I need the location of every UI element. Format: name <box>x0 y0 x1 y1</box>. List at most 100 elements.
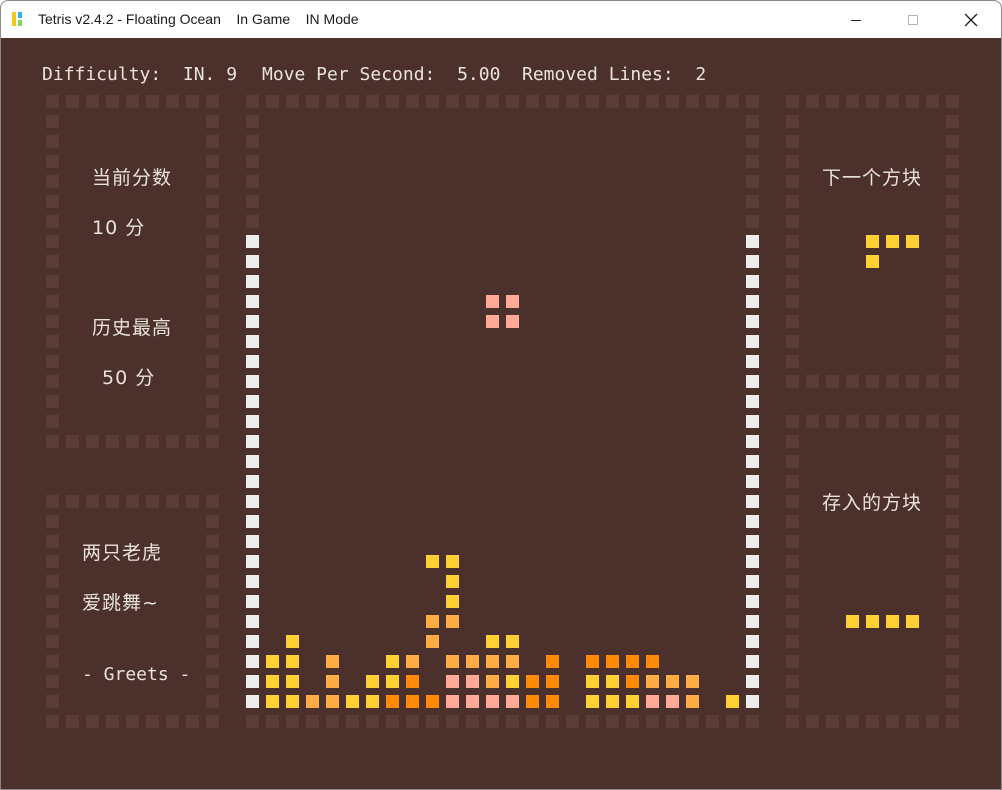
message-panel-border <box>106 495 119 508</box>
board-block <box>286 635 299 648</box>
minimize-button[interactable] <box>827 1 885 38</box>
hold-panel-border <box>946 695 959 708</box>
score-panel-border <box>46 115 59 128</box>
board-block <box>506 655 519 668</box>
board-wall-right <box>746 435 759 448</box>
hold-piece-label: 存入的方块 <box>822 492 923 514</box>
message-panel-border <box>166 715 179 728</box>
hold-panel-border <box>786 455 799 468</box>
next-panel-border <box>946 135 959 148</box>
hold-panel-border <box>886 715 899 728</box>
next-panel-border <box>786 155 799 168</box>
board-wall-left <box>246 555 259 568</box>
board-block <box>686 675 699 688</box>
board-block <box>546 675 559 688</box>
next-panel-border <box>946 235 959 248</box>
board-top-border <box>566 95 579 108</box>
close-button[interactable] <box>942 1 1000 38</box>
hold-panel-border <box>826 715 839 728</box>
board-wall-left <box>246 335 259 348</box>
score-panel-border <box>66 435 79 448</box>
board-block <box>326 675 339 688</box>
board-bottom-border <box>726 715 739 728</box>
board-wall-left <box>246 355 259 368</box>
hold-panel-border <box>946 415 959 428</box>
board-bottom-border <box>366 715 379 728</box>
board-block <box>646 655 659 668</box>
next-panel-border <box>886 375 899 388</box>
current-score-value: 10 分 <box>92 217 146 239</box>
board-wall-left <box>246 535 259 548</box>
board-wall-left <box>246 635 259 648</box>
board-wall-right <box>746 695 759 708</box>
board-top-border <box>286 95 299 108</box>
next-panel-border <box>786 255 799 268</box>
message-panel-border <box>206 655 219 668</box>
score-panel-border <box>206 195 219 208</box>
hold-panel-border <box>886 415 899 428</box>
score-panel-border <box>46 415 59 428</box>
board-wall-right <box>746 375 759 388</box>
board-bottom-border <box>626 715 639 728</box>
score-panel-border <box>186 435 199 448</box>
message-panel-border <box>146 715 159 728</box>
score-panel-border <box>46 235 59 248</box>
hold-panel-border <box>946 475 959 488</box>
hold-panel-border <box>946 455 959 468</box>
score-panel-border <box>46 175 59 188</box>
message-panel-border <box>46 675 59 688</box>
score-panel-border <box>46 375 59 388</box>
hold-panel-border <box>846 415 859 428</box>
game-area[interactable]: Difficulty: IN. 9 Move Per Second: 5.00 … <box>1 38 1001 789</box>
message-panel-border <box>46 495 59 508</box>
board-wall-left <box>246 395 259 408</box>
next-panel-border <box>866 375 879 388</box>
message-panel-border <box>46 655 59 668</box>
hold-piece-block <box>906 615 919 628</box>
score-panel-border <box>206 215 219 228</box>
message-panel-border <box>206 675 219 688</box>
message-panel-border <box>46 695 59 708</box>
hold-panel-border <box>866 715 879 728</box>
message-panel-border <box>86 495 99 508</box>
board-block <box>386 695 399 708</box>
board-right-border <box>746 175 759 188</box>
board-block <box>586 695 599 708</box>
board-wall-right <box>746 475 759 488</box>
score-panel-border <box>46 355 59 368</box>
board-right-border <box>746 155 759 168</box>
board-top-border <box>326 95 339 108</box>
maximize-button[interactable] <box>884 1 942 38</box>
next-piece-block <box>886 235 899 248</box>
score-panel-border <box>86 95 99 108</box>
board-wall-right <box>746 415 759 428</box>
board-top-border <box>406 95 419 108</box>
next-panel-border <box>946 215 959 228</box>
message-panel-border <box>126 715 139 728</box>
board-wall-left <box>246 235 259 248</box>
board-wall-right <box>746 675 759 688</box>
board-wall-left <box>246 595 259 608</box>
next-panel-border <box>786 315 799 328</box>
board-block <box>666 675 679 688</box>
board-block <box>546 695 559 708</box>
next-panel-border <box>786 95 799 108</box>
board-wall-right <box>746 635 759 648</box>
hold-panel-border <box>786 615 799 628</box>
board-block <box>446 595 459 608</box>
message-panel-border <box>46 535 59 548</box>
score-panel-border <box>186 95 199 108</box>
board-block <box>406 695 419 708</box>
hold-panel-border <box>826 415 839 428</box>
board-left-border <box>246 215 259 228</box>
score-panel-border <box>46 155 59 168</box>
high-score-value: 50 分 <box>102 367 156 389</box>
title-bar[interactable]: Tetris v2.4.2 - Floating Ocean In Game I… <box>1 1 1001 39</box>
hold-panel-border <box>786 675 799 688</box>
hold-panel-border <box>786 475 799 488</box>
board-wall-right <box>746 495 759 508</box>
score-panel-border <box>206 315 219 328</box>
board-wall-right <box>746 655 759 668</box>
message-panel-border <box>206 595 219 608</box>
board-bottom-border <box>286 715 299 728</box>
